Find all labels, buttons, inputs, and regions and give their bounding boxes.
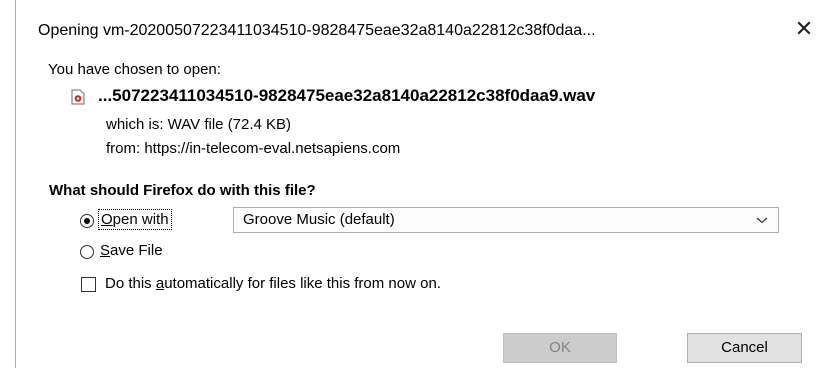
auto-action-checkbox[interactable] [81, 277, 96, 292]
file-type: which is: WAV file (72.4 KB) [106, 116, 292, 133]
download-dialog: Opening vm-20200507223411034510-9828475e… [15, 0, 838, 368]
open-with-label[interactable]: Open with [98, 209, 172, 230]
audio-file-icon [71, 89, 85, 105]
file-name: ...507223411034510-9828475eae32a8140a228… [98, 86, 596, 105]
open-with-label-rest: pen with [112, 211, 169, 228]
auto-action-prefix: Do this [105, 275, 156, 292]
application-select[interactable]: Groove Music (default) [233, 207, 779, 233]
save-file-label-rest: ave File [110, 242, 163, 259]
file-source: from: https://in-telecom-eval.netsapiens… [106, 140, 401, 157]
save-file-label[interactable]: Save File [100, 242, 163, 259]
cancel-button[interactable]: Cancel [687, 333, 802, 363]
dialog-title: Opening vm-20200507223411034510-9828475e… [38, 22, 596, 39]
save-file-accel: S [100, 242, 111, 259]
open-with-accel: O [101, 211, 113, 228]
auto-action-rest: utomatically for files like this from no… [164, 275, 441, 292]
action-question: What should Firefox do with this file? [49, 182, 316, 199]
open-with-radio[interactable] [80, 214, 94, 228]
save-file-radio[interactable] [80, 245, 94, 259]
chevron-down-icon [756, 217, 768, 224]
auto-action-accel: a [155, 275, 165, 292]
ok-button[interactable]: OK [503, 333, 617, 363]
title-bar: Opening vm-20200507223411034510-9828475e… [16, 0, 838, 58]
auto-action-label[interactable]: Do this automatically for files like thi… [105, 275, 441, 292]
application-select-value: Groove Music (default) [243, 211, 395, 228]
close-icon[interactable]: ✕ [791, 16, 817, 42]
chosen-label: You have chosen to open: [48, 61, 221, 78]
